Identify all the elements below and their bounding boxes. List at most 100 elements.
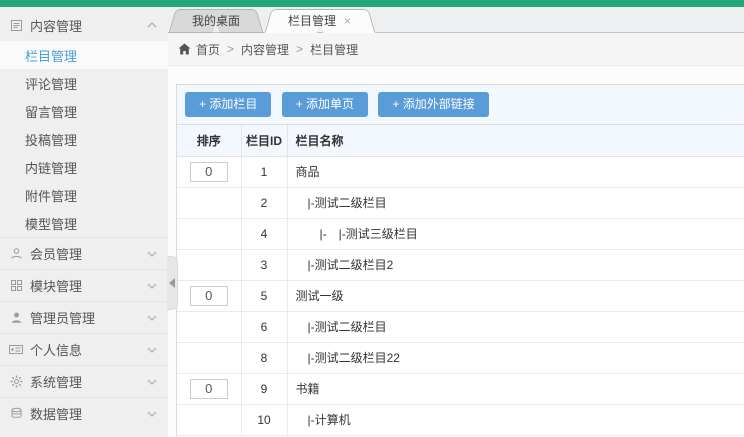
chevron-down-icon [146,283,158,289]
sidebar-item-column-mgmt[interactable]: 栏目管理 [0,41,168,69]
breadcrumb-separator: > [227,42,234,56]
sidebar-item-system-mgmt[interactable]: 系统管理 [0,365,168,397]
sort-cell [177,373,241,404]
gear-icon [8,375,24,389]
database-icon [8,407,24,421]
sidebar-item-module-mgmt[interactable]: 模块管理 [0,269,168,301]
sidebar-item-data-mgmt[interactable]: 数据管理 [0,397,168,429]
sidebar-item-personal-info[interactable]: 个人信息 [0,333,168,365]
chevron-down-icon [146,315,158,321]
sidebar-item-label: 模型管理 [25,214,77,233]
id-card-icon [8,343,24,357]
table-row: 3 |-测试二级栏目2 [177,249,744,280]
tab-bar: 我的桌面 栏目管理 × [168,7,744,33]
column-name-cell: |-测试二级栏目22 [287,342,744,373]
table-header-row: 排序 栏目ID 栏目名称 [177,125,744,156]
column-id-cell: 8 [241,342,287,373]
sidebar-item-comment-mgmt[interactable]: 评论管理 [0,69,168,97]
admin-app: 内容管理 栏目管理 评论管理 留言管理 投稿管理 内链管理 附件管理 模型管理 [0,0,744,437]
sidebar-item-label: 栏目管理 [25,46,77,65]
header-column-id: 栏目ID [241,125,287,156]
column-id-cell: 5 [241,280,287,311]
add-external-link-button[interactable]: + 添加外部链接 [378,92,488,117]
sidebar-item-admin-mgmt[interactable]: 管理员管理 [0,301,168,333]
sidebar-item-label: 个人信息 [30,340,146,359]
admin-user-icon [8,311,24,325]
header-sort: 排序 [177,125,241,156]
sidebar-item-label: 留言管理 [25,102,77,121]
column-name-cell: |-计算机 [287,404,744,435]
sidebar-item-label: 内链管理 [25,158,77,177]
column-id-cell: 3 [241,249,287,280]
sidebar-item-label: 数据管理 [30,404,146,423]
chevron-up-icon [146,22,158,28]
sidebar-item-attachment-mgmt[interactable]: 附件管理 [0,181,168,209]
table-row: 1 商品 [177,156,744,187]
sidebar-item-label: 内容管理 [30,16,146,35]
chevron-down-icon [146,251,158,257]
sidebar-item-label: 评论管理 [25,74,77,93]
column-id-cell: 9 [241,373,287,404]
table-row: 10 |-计算机 [177,404,744,435]
sort-input[interactable] [190,162,228,182]
chevron-down-icon [146,411,158,417]
column-id-cell: 1 [241,156,287,187]
sidebar-item-content-mgmt[interactable]: 内容管理 [0,9,168,41]
add-single-page-button[interactable]: + 添加单页 [282,92,368,117]
sidebar-item-label: 模块管理 [30,276,146,295]
top-green-bar [0,0,744,7]
sort-input[interactable] [190,379,228,399]
sort-cell [177,187,241,218]
main-area: 我的桌面 栏目管理 × 首页 > 内容管理 > 栏目管理 + 添加栏目 + 添加单… [168,7,744,437]
collapse-left-arrow-icon [169,278,175,288]
breadcrumb-item-home[interactable]: 首页 [196,41,220,58]
tab-label: 我的桌面 [192,14,240,28]
header-column-name: 栏目名称 [287,125,744,156]
column-id-cell: 2 [241,187,287,218]
sidebar-item-message-mgmt[interactable]: 留言管理 [0,97,168,125]
column-table-panel: + 添加栏目 + 添加单页 + 添加外部链接 排序 栏目ID 栏目名称 1 [176,84,744,436]
sidebar-item-label: 系统管理 [30,372,146,391]
sidebar-item-model-mgmt[interactable]: 模型管理 [0,209,168,237]
sidebar-item-member-mgmt[interactable]: 会员管理 [0,237,168,269]
table-row: 4 |- |-测试三级栏目 [177,218,744,249]
tab-column-mgmt[interactable]: 栏目管理 × [272,9,367,33]
sidebar-item-label: 投稿管理 [25,130,77,149]
add-column-button[interactable]: + 添加栏目 [185,92,271,117]
document-icon [8,18,24,32]
sort-cell [177,280,241,311]
column-table: 排序 栏目ID 栏目名称 1 商品 2 |-测试二级栏目 [177,125,744,436]
breadcrumb-item-content-mgmt[interactable]: 内容管理 [241,41,289,58]
close-icon[interactable]: × [344,14,351,28]
column-name-cell: |-测试二级栏目2 [287,249,744,280]
table-row: 8 |-测试二级栏目22 [177,342,744,373]
user-icon [8,247,24,261]
tab-label: 栏目管理 [288,14,336,28]
column-id-cell: 10 [241,404,287,435]
sidebar-item-contribution-mgmt[interactable]: 投稿管理 [0,125,168,153]
column-id-cell: 4 [241,218,287,249]
chevron-down-icon [146,347,158,353]
sidebar-collapse-handle[interactable] [167,256,178,310]
grid-icon [8,279,24,293]
sort-cell [177,249,241,280]
sort-cell [177,404,241,435]
sort-cell [177,311,241,342]
sort-cell [177,342,241,373]
table-row: 9 书籍 [177,373,744,404]
breadcrumb-item-current: 栏目管理 [310,41,358,58]
column-name-cell: 测试一级 [287,280,744,311]
column-name-cell: 商品 [287,156,744,187]
chevron-down-icon [146,379,158,385]
column-name-cell: |-测试二级栏目 [287,187,744,218]
sort-input[interactable] [190,286,228,306]
tab-my-desktop[interactable]: 我的桌面 [176,9,256,33]
breadcrumb-separator: > [296,42,303,56]
sidebar-nav: 内容管理 栏目管理 评论管理 留言管理 投稿管理 内链管理 附件管理 模型管理 [0,7,168,437]
breadcrumb: 首页 > 内容管理 > 栏目管理 [168,33,744,66]
sidebar-item-innerlink-mgmt[interactable]: 内链管理 [0,153,168,181]
sidebar-item-label: 附件管理 [25,186,77,205]
column-name-cell: |-测试二级栏目 [287,311,744,342]
home-icon [178,43,191,55]
sort-cell [177,156,241,187]
